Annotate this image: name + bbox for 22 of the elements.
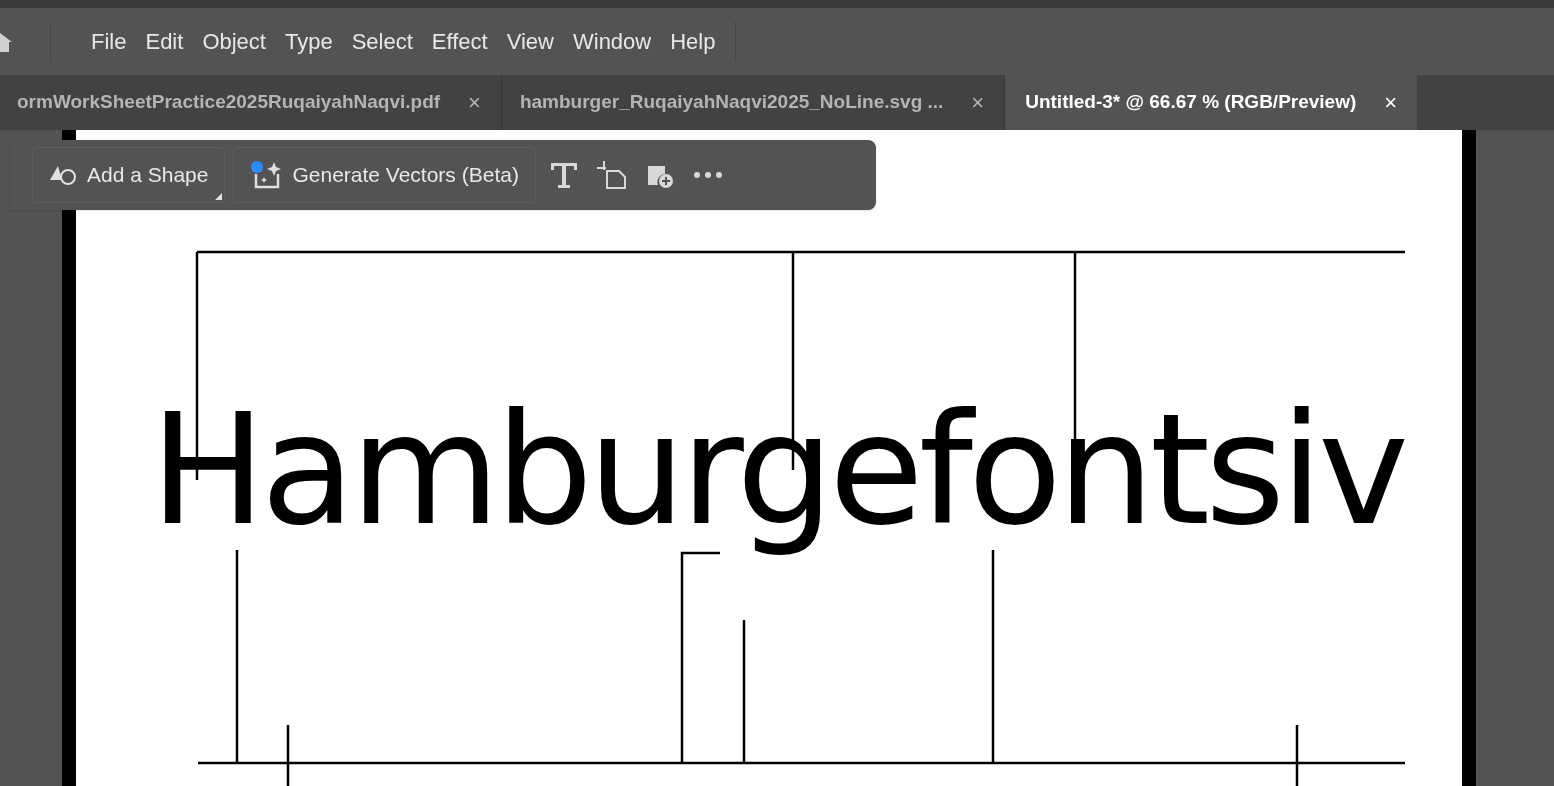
- add-shape-button[interactable]: Add a Shape: [32, 147, 226, 203]
- menu-item[interactable]: File: [83, 25, 135, 58]
- close-tab-button[interactable]: ×: [971, 86, 985, 119]
- home-icon[interactable]: [0, 30, 14, 53]
- menu-item[interactable]: Window: [565, 25, 660, 58]
- tab-title: Untitled-3* @ 66.67 % (RGB/Preview): [1025, 90, 1357, 115]
- tab-title: hamburger_RuqaiyahNaqvi2025_NoLine.svg ...: [519, 90, 944, 115]
- close-tab-button[interactable]: ×: [468, 86, 481, 119]
- document-tab[interactable]: Untitled-3* @ 66.67 % (RGB/Preview) ×: [1005, 75, 1418, 130]
- shapes-icon: [49, 164, 79, 186]
- menu-item[interactable]: Select: [343, 25, 421, 58]
- menu-item[interactable]: View: [498, 25, 562, 58]
- generate-vectors-button[interactable]: Generate Vectors (Beta): [233, 147, 536, 203]
- dropdown-corner-icon: [215, 193, 223, 200]
- menu-item[interactable]: Type: [276, 25, 341, 58]
- menu-item[interactable]: Help: [662, 25, 724, 58]
- close-tab-button[interactable]: ×: [1384, 86, 1398, 119]
- tab-title: ormWorkSheetPractice2025RuqaiyahNaqvi.pdf: [17, 90, 441, 115]
- menu-item[interactable]: Edit: [137, 25, 192, 58]
- menu-item[interactable]: Effect: [423, 25, 496, 58]
- artwork-text: Hamburgefontsiv: [150, 379, 1406, 561]
- menu-item[interactable]: Object: [194, 25, 274, 58]
